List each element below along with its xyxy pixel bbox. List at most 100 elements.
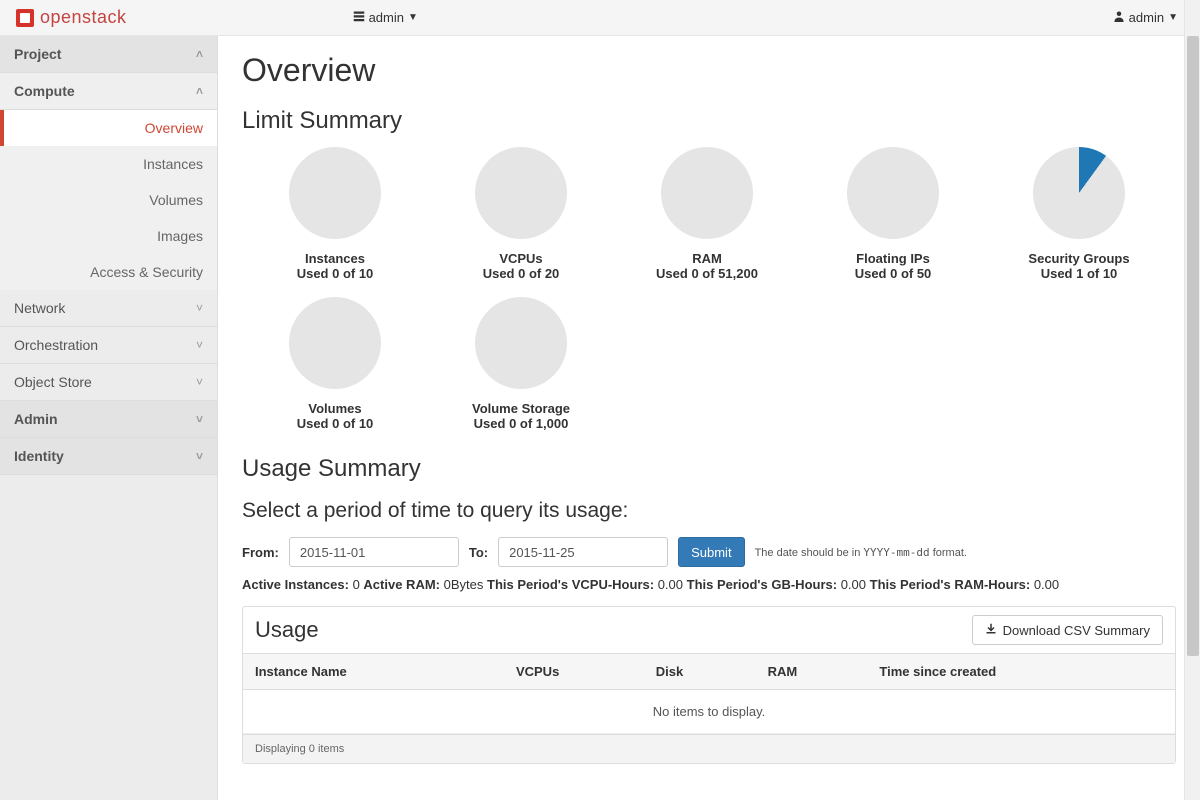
topbar: openstack admin ▼ admin ▼ (0, 0, 1200, 36)
quota-vcpus: VCPUs Used 0 of 20 (428, 147, 614, 281)
to-date-input[interactable] (498, 537, 668, 567)
stat-value: 0.00 (658, 577, 683, 592)
sidebar-item-instances[interactable]: Instances (0, 146, 217, 182)
stat-value: 0.00 (841, 577, 866, 592)
date-format-hint: The date should be in YYYY-mm-dd format. (755, 546, 967, 559)
quota-instances: Instances Used 0 of 10 (242, 147, 428, 281)
col-ram[interactable]: RAM (756, 654, 868, 690)
stat-label: Active Instances: (242, 577, 349, 592)
quota-ram: RAM Used 0 of 51,200 (614, 147, 800, 281)
limit-summary-heading: Limit Summary (242, 107, 1176, 135)
usage-table: Instance Name VCPUs Disk RAM Time since … (243, 653, 1175, 734)
quota-value: Used 1 of 10 (986, 266, 1172, 281)
sidebar: Project ˄ Compute ˄ Overview Instances V… (0, 36, 218, 800)
brand[interactable]: openstack (16, 7, 127, 28)
empty-message: No items to display. (243, 690, 1175, 734)
caret-down-icon: ▼ (408, 12, 418, 23)
chevron-down-icon: ˅ (196, 338, 203, 352)
brand-text: openstack (40, 7, 127, 28)
caret-down-icon: ▼ (1168, 12, 1178, 23)
col-disk[interactable]: Disk (644, 654, 756, 690)
table-footer: Displaying 0 items (243, 734, 1175, 763)
chevron-up-icon: ˄ (196, 84, 203, 98)
sidebar-panel-label: Project (14, 46, 61, 62)
quota-pie-icon (289, 297, 381, 389)
sidebar-panel-object-store[interactable]: Object Store ˅ (0, 364, 217, 401)
sidebar-item-volumes[interactable]: Volumes (0, 182, 217, 218)
period-prompt: Select a period of time to query its usa… (242, 499, 1176, 523)
user-menu[interactable]: admin ▼ (1107, 6, 1184, 29)
stat-value: 0 (353, 577, 360, 592)
chevron-down-icon: ˅ (196, 412, 203, 426)
sidebar-item-access-security[interactable]: Access & Security (0, 254, 217, 290)
stat-value: 0.00 (1034, 577, 1059, 592)
stat-label: This Period's GB-Hours: (687, 577, 837, 592)
sidebar-item-overview[interactable]: Overview (0, 110, 217, 146)
sidebar-panel-compute[interactable]: Compute ˄ (0, 73, 217, 110)
hint-prefix: The date should be in (755, 547, 864, 559)
sidebar-panel-identity[interactable]: Identity ˅ (0, 438, 217, 475)
quota-value: Used 0 of 51,200 (614, 266, 800, 281)
chevron-down-icon: ˅ (196, 449, 203, 463)
scrollbar-track[interactable] (1184, 0, 1200, 800)
quota-value: Used 0 of 20 (428, 266, 614, 281)
user-menu-label: admin (1129, 10, 1164, 25)
submit-button[interactable]: Submit (678, 537, 744, 567)
usage-stats-line: Active Instances: 0 Active RAM: 0Bytes T… (242, 577, 1176, 592)
project-switcher-label: admin (369, 10, 404, 25)
from-date-input[interactable] (289, 537, 459, 567)
sidebar-panel-project[interactable]: Project ˄ (0, 36, 217, 73)
sidebar-panel-label: Identity (14, 448, 64, 464)
stat-label: This Period's VCPU-Hours: (487, 577, 654, 592)
quota-label: Volume Storage (428, 401, 614, 416)
period-form: From: To: Submit The date should be in Y… (242, 537, 1176, 567)
quota-value: Used 0 of 50 (800, 266, 986, 281)
project-switcher[interactable]: admin ▼ (347, 6, 424, 29)
col-time[interactable]: Time since created (867, 654, 1175, 690)
usage-card-title: Usage (255, 617, 319, 643)
page-title: Overview (242, 52, 1176, 89)
stat-label: This Period's RAM-Hours: (870, 577, 1031, 592)
download-icon (985, 623, 997, 638)
sidebar-panel-label: Compute (14, 83, 75, 99)
quota-label: Volumes (242, 401, 428, 416)
quota-volume-storage: Volume Storage Used 0 of 1,000 (428, 297, 614, 431)
sidebar-item-images[interactable]: Images (0, 218, 217, 254)
usage-card: Usage Download CSV Summary Instance Name… (242, 606, 1176, 764)
hint-suffix: format. (930, 547, 967, 559)
quota-value: Used 0 of 10 (242, 266, 428, 281)
sidebar-panel-label: Network (14, 300, 65, 316)
quota-volumes: Volumes Used 0 of 10 (242, 297, 428, 431)
chevron-down-icon: ˅ (196, 301, 203, 315)
main-content: Overview Limit Summary Instances Used 0 … (218, 36, 1200, 800)
download-csv-label: Download CSV Summary (1003, 623, 1150, 638)
download-csv-button[interactable]: Download CSV Summary (972, 615, 1163, 645)
storage-icon (353, 10, 365, 25)
quota-pie-icon (847, 147, 939, 239)
quota-label: Floating IPs (800, 251, 986, 266)
openstack-logo-icon (16, 9, 34, 27)
quota-pie-icon (475, 147, 567, 239)
quota-value: Used 0 of 10 (242, 416, 428, 431)
quota-value: Used 0 of 1,000 (428, 416, 614, 431)
sidebar-panel-network[interactable]: Network ˅ (0, 290, 217, 327)
sidebar-panel-label: Admin (14, 411, 58, 427)
quota-label: Security Groups (986, 251, 1172, 266)
quota-pie-icon (475, 297, 567, 389)
stat-value: 0Bytes (444, 577, 484, 592)
chevron-down-icon: ˅ (196, 375, 203, 389)
quota-pie-icon (1033, 147, 1125, 239)
scrollbar-thumb[interactable] (1187, 36, 1199, 656)
sidebar-panel-admin[interactable]: Admin ˅ (0, 401, 217, 438)
col-vcpus[interactable]: VCPUs (504, 654, 644, 690)
usage-summary-heading: Usage Summary (242, 455, 1176, 483)
quota-floating-ips: Floating IPs Used 0 of 50 (800, 147, 986, 281)
quota-label: VCPUs (428, 251, 614, 266)
stat-label: Active RAM: (363, 577, 440, 592)
sidebar-panel-orchestration[interactable]: Orchestration ˅ (0, 327, 217, 364)
quota-pie-icon (289, 147, 381, 239)
quota-pie-icon (661, 147, 753, 239)
chevron-up-icon: ˄ (196, 47, 203, 61)
quota-label: RAM (614, 251, 800, 266)
col-instance-name[interactable]: Instance Name (243, 654, 504, 690)
